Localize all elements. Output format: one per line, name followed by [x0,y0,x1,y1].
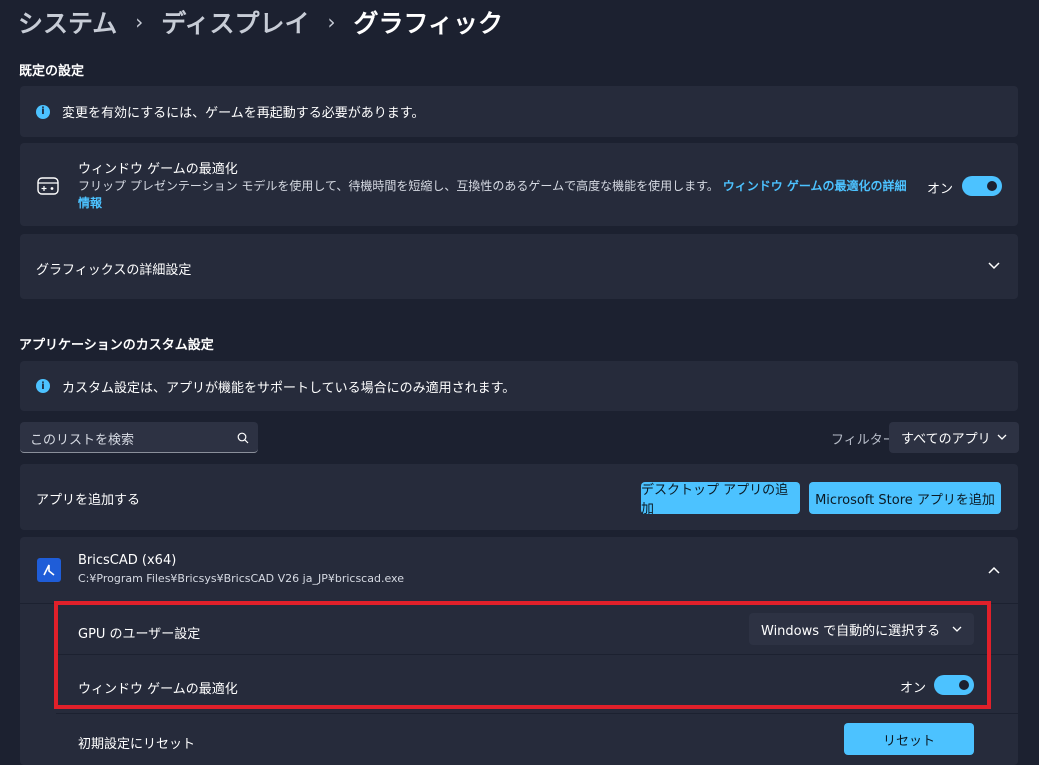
custom-info-text: カスタム設定は、アプリが機能をサポートしている場合にのみ適用されます。 [62,380,516,396]
add-desktop-app-button[interactable]: デスクトップ アプリの追加 [641,482,800,517]
custom-info-bar: i カスタム設定は、アプリが機能をサポートしている場合にのみ適用されます。 [20,361,1018,411]
app-path: C:¥Program Files¥Bricsys¥BricsCAD V26 ja… [78,572,404,585]
breadcrumb-separator-icon: › [135,10,144,34]
breadcrumb-separator-icon: › [327,10,336,34]
divider [56,713,1018,714]
add-app-card: アプリを追加する デスクトップ アプリの追加 Microsoft Store ア… [20,464,1018,530]
info-icon: i [36,379,50,393]
add-app-label: アプリを追加する [36,493,141,508]
window-game-opt-toggle-label: オン [927,182,954,197]
chevron-down-icon[interactable] [988,262,1000,270]
restart-info-bar: i 変更を有効にするには、ゲームを再起動する必要があります。 [20,86,1018,137]
window-game-opt-desc-text: フリップ プレゼンテーション モデルを使用して、待機時間を短縮し、互換性のあるゲ… [78,179,719,193]
reset-button[interactable]: リセット [844,723,974,755]
defaults-section-title: 既定の設定 [19,64,85,79]
breadcrumb-display[interactable]: ディスプレイ [161,4,309,40]
advanced-graphics-label: グラフィックスの詳細設定 [36,263,192,278]
add-store-app-button[interactable]: Microsoft Store アプリを追加 [809,482,1001,514]
window-game-opt-description: フリップ プレゼンテーション モデルを使用して、待機時間を短縮し、互換性のあるゲ… [78,178,908,212]
app-entry-header[interactable]: BricsCAD (x64) C:¥Program Files¥Bricsys¥… [20,537,1018,603]
app-name: BricsCAD (x64) [78,553,177,568]
reset-label: 初期設定にリセット [78,737,196,752]
breadcrumb: システム › ディスプレイ › グラフィック [18,4,503,40]
filter-value: すべてのアプリ [901,432,991,447]
toggle-knob [987,181,997,191]
chevron-down-icon [997,434,1007,440]
highlight-box [54,601,991,709]
search-icon[interactable] [237,432,249,444]
window-game-opt-card: ウィンドウ ゲームの最適化 フリップ プレゼンテーション モデルを使用して、待機… [20,143,1018,226]
page-title: グラフィック [353,9,504,38]
filter-dropdown[interactable]: すべてのアプリ [889,422,1019,453]
breadcrumb-system[interactable]: システム [18,4,117,40]
custom-section-title: アプリケーションのカスタム設定 [19,338,214,353]
gamepad-icon [37,177,59,195]
window-game-opt-title: ウィンドウ ゲームの最適化 [78,162,238,177]
app-search-input[interactable]: このリストを検索 [20,422,258,453]
window-game-opt-toggle[interactable] [962,176,1002,196]
app-search-placeholder: このリストを検索 [30,433,135,448]
bricscad-app-icon [37,558,61,582]
restart-info-text: 変更を有効にするには、ゲームを再起動する必要があります。 [62,106,425,121]
advanced-graphics-expander[interactable]: グラフィックスの詳細設定 [20,234,1018,299]
info-icon: i [36,104,50,119]
chevron-up-icon[interactable] [988,566,1000,574]
